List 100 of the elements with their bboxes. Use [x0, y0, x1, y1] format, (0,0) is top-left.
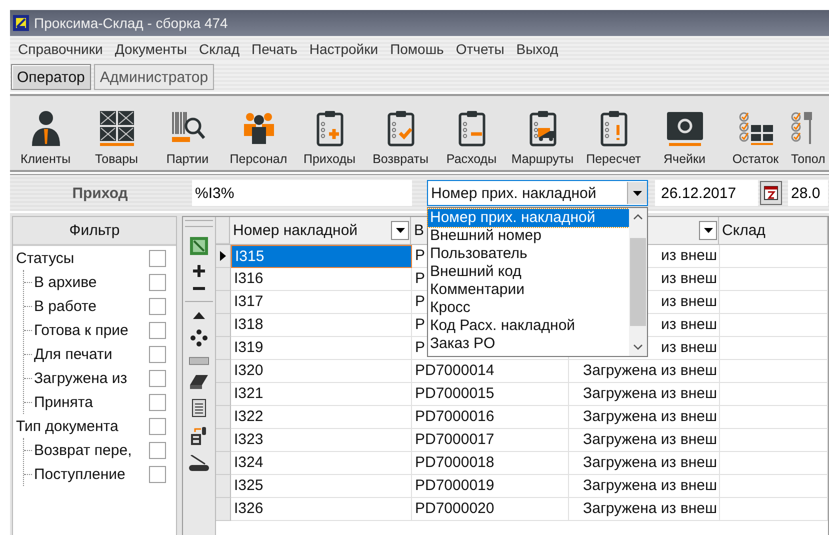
filter-header: Фильтр [13, 217, 176, 246]
menu-item[interactable]: Помошь [386, 41, 452, 57]
column-header[interactable]: В [414, 222, 424, 239]
checkbox[interactable] [149, 394, 166, 410]
table-cell: PD7000017 [412, 429, 569, 452]
filter-group[interactable]: Тип документа [16, 418, 149, 434]
table-cell: I324 [231, 452, 412, 475]
up-arrow-icon[interactable] [193, 312, 205, 319]
toolbar-button[interactable]: Топол [791, 96, 829, 170]
checkbox[interactable] [149, 346, 166, 362]
checkbox[interactable] [149, 250, 166, 266]
toolbar-button[interactable]: Клиенты [10, 96, 81, 170]
calculator-icon[interactable] [191, 427, 207, 445]
minus-icon[interactable] [193, 287, 205, 291]
search-column-select[interactable]: Номер прих. накладной [427, 180, 648, 206]
table-cell: I318 [231, 314, 412, 337]
toolbar-button[interactable]: Приходы [294, 96, 365, 170]
menu-item[interactable]: Отчеты [452, 41, 512, 57]
checkbox[interactable] [149, 298, 166, 314]
dropdown-option[interactable]: Код Расх. накладной [428, 317, 629, 335]
table-cell: I320 [231, 360, 412, 383]
dropdown-option[interactable]: Номер прих. накладной [428, 209, 629, 227]
scroll-down-icon[interactable] [633, 344, 643, 350]
scanner-icon[interactable] [189, 455, 209, 471]
filter-item[interactable]: Готова к прие [34, 322, 149, 338]
role-tab[interactable]: Оператор [11, 64, 91, 90]
menu-item[interactable]: Печать [248, 41, 306, 57]
plus-icon[interactable] [193, 265, 205, 277]
toolbar-button[interactable]: Возвраты [365, 96, 436, 170]
table-cell: Загружена из внеш [569, 498, 720, 521]
toolbar-button[interactable]: Остаток [720, 96, 791, 170]
calendar-button[interactable] [760, 181, 782, 205]
filter-item[interactable]: Принята [34, 394, 149, 410]
filter-button[interactable] [391, 221, 409, 240]
checkbox[interactable] [149, 466, 166, 482]
spreadsheet-icon[interactable] [190, 237, 208, 255]
scrollbar[interactable] [629, 208, 647, 356]
table-cell: PD7000014 [412, 360, 569, 383]
toolbar-button[interactable]: Партии [152, 96, 223, 170]
checkbox[interactable] [149, 322, 166, 338]
date-field[interactable]: 28.0 [788, 180, 828, 206]
filter-item[interactable]: В архиве [34, 274, 149, 290]
checkbox[interactable] [149, 418, 166, 434]
column-header[interactable]: Номер накладной [233, 222, 358, 239]
document-icon[interactable] [192, 399, 206, 417]
filter-item[interactable]: Загружена из [34, 370, 149, 386]
caret-icon [396, 228, 404, 233]
toolbar-button[interactable]: Персонал [223, 96, 294, 170]
menu-item[interactable]: Склад [195, 41, 248, 57]
menu-item[interactable]: Выход [512, 41, 566, 57]
row-indicator[interactable] [216, 245, 231, 268]
toolbar-button[interactable]: Ячейки [649, 96, 720, 170]
filter-item[interactable]: Для печати [34, 346, 149, 362]
toolbar-button[interactable]: Маршруты [507, 96, 578, 170]
toolbar-button[interactable]: Пересчет [578, 96, 649, 170]
table-cell: PD7000019 [412, 475, 569, 498]
table-cell: Загружена из внеш [569, 452, 720, 475]
eraser-icon[interactable] [190, 375, 208, 389]
date-field[interactable]: 26.12.2017 [655, 180, 758, 206]
calendar-icon [764, 186, 778, 200]
table-cell: I325 [231, 475, 412, 498]
filter-button[interactable] [699, 221, 717, 240]
current-row-icon [220, 251, 226, 261]
filter-item[interactable]: Возврат пере, [34, 442, 149, 458]
checkbox[interactable] [149, 442, 166, 458]
search-field[interactable]: %I3% [192, 180, 412, 206]
menu-item[interactable]: Справочники [14, 41, 111, 57]
toolbar-button[interactable]: Расходы [436, 96, 507, 170]
table-cell: PD7000015 [412, 383, 569, 406]
table-cell: I316 [231, 268, 412, 291]
scroll-up-icon[interactable] [633, 214, 643, 220]
menu-item[interactable]: Настройки [305, 41, 386, 57]
scroll-thumb[interactable] [630, 238, 646, 326]
table-cell: Загружена из внеш [569, 406, 720, 429]
filter-item[interactable]: Поступление [34, 466, 149, 482]
caret-icon [704, 228, 712, 233]
table-cell: I319 [231, 337, 412, 360]
caret-icon [633, 190, 642, 196]
checkbox[interactable] [149, 370, 166, 386]
barcode-icon[interactable] [189, 357, 209, 365]
document-title: Приход [71, 184, 129, 202]
refresh-icon[interactable] [190, 329, 208, 347]
table-cell: Загружена из внеш [569, 383, 720, 406]
table-cell: PD7000016 [412, 406, 569, 429]
table-cell: PD7000018 [412, 452, 569, 475]
table-cell: PD7000020 [412, 498, 569, 521]
filter-item[interactable]: В работе [34, 298, 149, 314]
grip-handle[interactable] [185, 220, 213, 227]
role-tab[interactable]: Администратор [94, 64, 214, 90]
table-cell: Загружена из внеш [569, 429, 720, 452]
menu-item[interactable]: Документы [110, 41, 195, 57]
table-cell: I326 [231, 498, 412, 521]
table-cell: I315 [231, 245, 412, 268]
toolbar-button[interactable]: Товары [81, 96, 152, 170]
table-cell: I323 [231, 429, 412, 452]
checkbox[interactable] [149, 274, 166, 290]
column-header[interactable]: Склад [722, 222, 766, 239]
app-icon [13, 15, 29, 31]
dropdown-option[interactable]: Внешний номер [428, 227, 629, 245]
filter-group[interactable]: Статусы [16, 250, 149, 266]
